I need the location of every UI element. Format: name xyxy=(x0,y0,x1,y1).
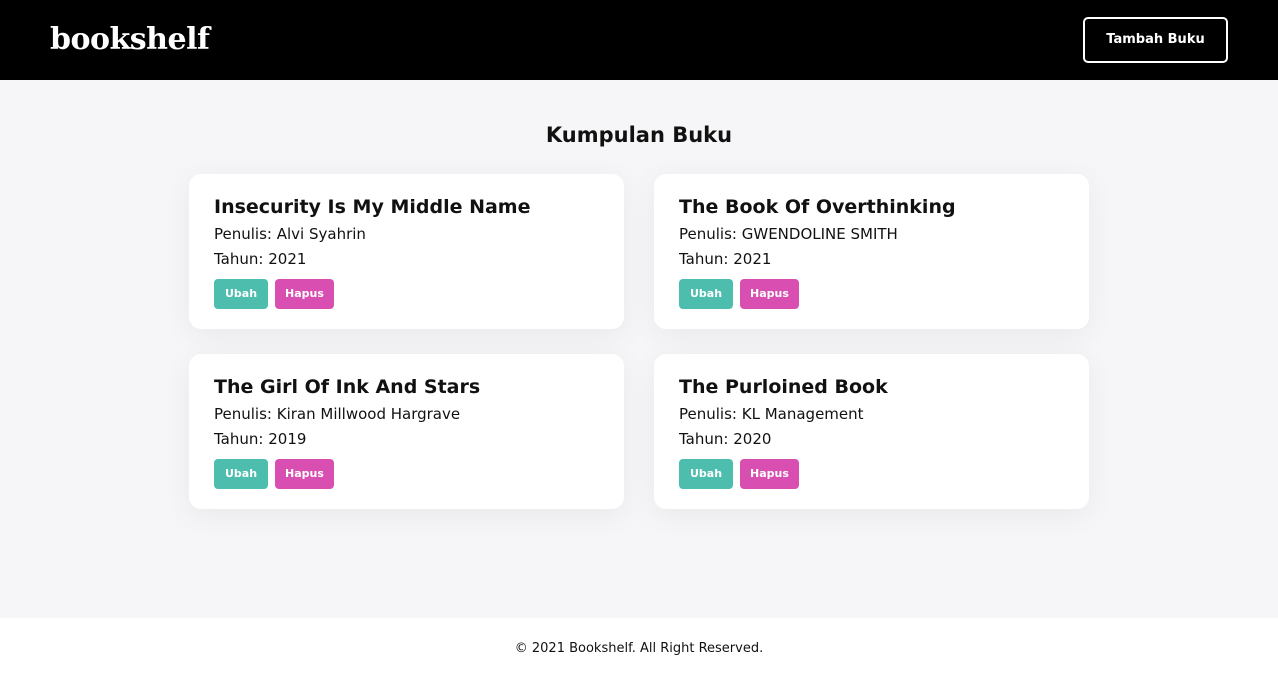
year-label: Tahun: xyxy=(214,430,264,448)
book-year: Tahun: 2020 xyxy=(679,427,1064,452)
delete-button[interactable]: Hapus xyxy=(740,279,799,309)
year-label: Tahun: xyxy=(679,250,729,268)
year-label: Tahun: xyxy=(214,250,264,268)
edit-button[interactable]: Ubah xyxy=(679,459,733,489)
delete-button[interactable]: Hapus xyxy=(275,459,334,489)
book-card: The Purloined Book Penulis: KL Managemen… xyxy=(654,354,1089,509)
book-card: The Book Of Overthinking Penulis: GWENDO… xyxy=(654,174,1089,329)
book-title: The Book Of Overthinking xyxy=(679,196,956,218)
edit-button[interactable]: Ubah xyxy=(679,279,733,309)
author-label: Penulis: xyxy=(679,225,737,243)
page-title: Kumpulan Buku xyxy=(545,123,733,147)
author-value: GWENDOLINE SMITH xyxy=(741,225,898,243)
edit-button[interactable]: Ubah xyxy=(214,459,268,489)
book-year: Tahun: 2021 xyxy=(214,247,599,272)
main-content: Kumpulan Buku Insecurity Is My Middle Na… xyxy=(0,80,1278,618)
book-year: Tahun: 2021 xyxy=(679,247,1064,272)
year-value: 2020 xyxy=(733,430,772,448)
book-actions: Ubah Hapus xyxy=(214,459,599,489)
author-value: Kiran Millwood Hargrave xyxy=(276,405,461,423)
add-book-button[interactable]: Tambah Buku xyxy=(1083,17,1228,63)
book-card: Insecurity Is My Middle Name Penulis: Al… xyxy=(189,174,624,329)
book-actions: Ubah Hapus xyxy=(214,279,599,309)
brand-logo[interactable]: bookshelf xyxy=(50,20,210,60)
copyright-text: © 2021 Bookshelf. All Right Reserved. xyxy=(514,641,764,656)
book-actions: Ubah Hapus xyxy=(679,279,1064,309)
author-label: Penulis: xyxy=(679,405,737,423)
author-label: Penulis: xyxy=(214,225,272,243)
year-value: 2021 xyxy=(268,250,307,268)
navbar: bookshelf Tambah Buku xyxy=(0,0,1278,80)
book-actions: Ubah Hapus xyxy=(679,459,1064,489)
delete-button[interactable]: Hapus xyxy=(740,459,799,489)
author-label: Penulis: xyxy=(214,405,272,423)
book-author: Penulis: Alvi Syahrin xyxy=(214,222,599,247)
book-title: The Girl Of Ink And Stars xyxy=(214,376,481,398)
year-label: Tahun: xyxy=(679,430,729,448)
year-value: 2019 xyxy=(268,430,307,448)
book-author: Penulis: KL Management xyxy=(679,402,1064,427)
author-value: KL Management xyxy=(741,405,864,423)
book-author: Penulis: Kiran Millwood Hargrave xyxy=(214,402,599,427)
book-year: Tahun: 2019 xyxy=(214,427,599,452)
book-card: The Girl Of Ink And Stars Penulis: Kiran… xyxy=(189,354,624,509)
book-author: Penulis: GWENDOLINE SMITH xyxy=(679,222,1064,247)
footer: © 2021 Bookshelf. All Right Reserved. xyxy=(0,618,1278,679)
author-value: Alvi Syahrin xyxy=(276,225,366,243)
edit-button[interactable]: Ubah xyxy=(214,279,268,309)
book-title: Insecurity Is My Middle Name xyxy=(214,196,531,218)
book-title: The Purloined Book xyxy=(679,376,888,398)
delete-button[interactable]: Hapus xyxy=(275,279,334,309)
year-value: 2021 xyxy=(733,250,772,268)
